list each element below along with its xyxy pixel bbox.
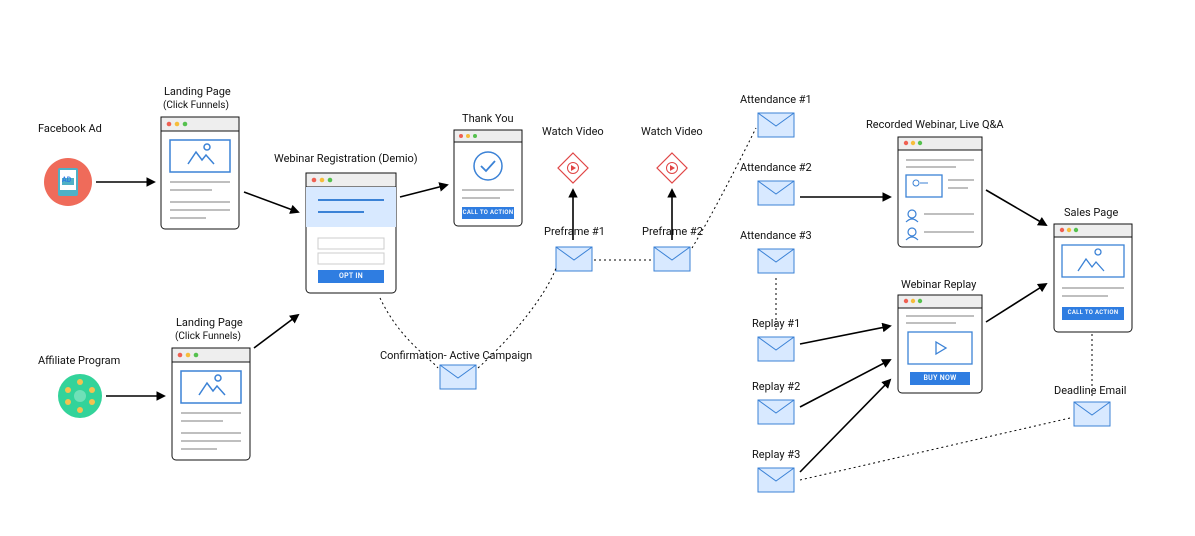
landing-page-bot-title: Landing Page xyxy=(176,316,243,329)
recorded-label: Recorded Webinar, Live Q&A xyxy=(866,118,1004,131)
attendance-2-envelope xyxy=(758,181,794,205)
sales-page-label: Sales Page xyxy=(1064,206,1118,219)
cta-text: CALL TO ACTION xyxy=(462,209,514,216)
preframe-2-label: Preframe #2 xyxy=(642,225,703,238)
replay-2-envelope xyxy=(758,400,794,424)
attendance-3-label: Attendance #3 xyxy=(740,229,812,242)
watch-video-1 xyxy=(558,153,588,183)
webinar-reg-label: Webinar Registration (Demio) xyxy=(274,152,418,165)
replay-1-label: Replay #1 xyxy=(752,317,800,330)
confirmation-envelope xyxy=(440,365,476,389)
preframe-2-envelope xyxy=(654,247,690,271)
webinar-replay-label: Webinar Replay xyxy=(901,278,976,291)
replay-2-label: Replay #2 xyxy=(752,380,800,393)
affiliate-label: Affiliate Program xyxy=(38,354,120,367)
facebook-ad-label: Facebook Ad xyxy=(38,122,102,135)
landing-page-bot-sub: (Click Funnels) xyxy=(175,331,241,342)
attendance-2-label: Attendance #2 xyxy=(740,161,812,174)
watch-video-2-label: Watch Video xyxy=(641,125,703,138)
optin-text: OPT IN xyxy=(318,272,384,280)
thank-you-label: Thank You xyxy=(462,112,514,125)
landing-page-bottom xyxy=(172,348,250,460)
deadline-envelope xyxy=(1074,402,1110,426)
landing-page-top-sub: (Click Funnels) xyxy=(163,100,229,111)
ad-text: AD xyxy=(62,176,71,184)
replay-1-envelope xyxy=(758,337,794,361)
buynow-text: BUY NOW xyxy=(910,374,970,382)
replay-3-envelope xyxy=(758,468,794,492)
preframe-1-envelope xyxy=(556,247,592,271)
affiliate-icon xyxy=(58,374,102,418)
recorded-webinar xyxy=(898,137,982,247)
landing-page-top xyxy=(161,117,239,229)
confirmation-label: Confirmation- Active Campaign xyxy=(380,349,532,362)
attendance-3-envelope xyxy=(758,249,794,273)
funnel-diagram xyxy=(0,0,1195,536)
landing-page-top-title: Landing Page xyxy=(164,85,231,98)
deadline-label: Deadline Email xyxy=(1054,384,1126,397)
cta2-text: CALL TO ACTION xyxy=(1062,309,1124,316)
replay-3-label: Replay #3 xyxy=(752,448,800,461)
watch-video-1-label: Watch Video xyxy=(542,125,604,138)
attendance-1-envelope xyxy=(758,113,794,137)
preframe-1-label: Preframe #1 xyxy=(544,225,605,238)
attendance-1-label: Attendance #1 xyxy=(740,93,812,106)
watch-video-2 xyxy=(657,153,687,183)
